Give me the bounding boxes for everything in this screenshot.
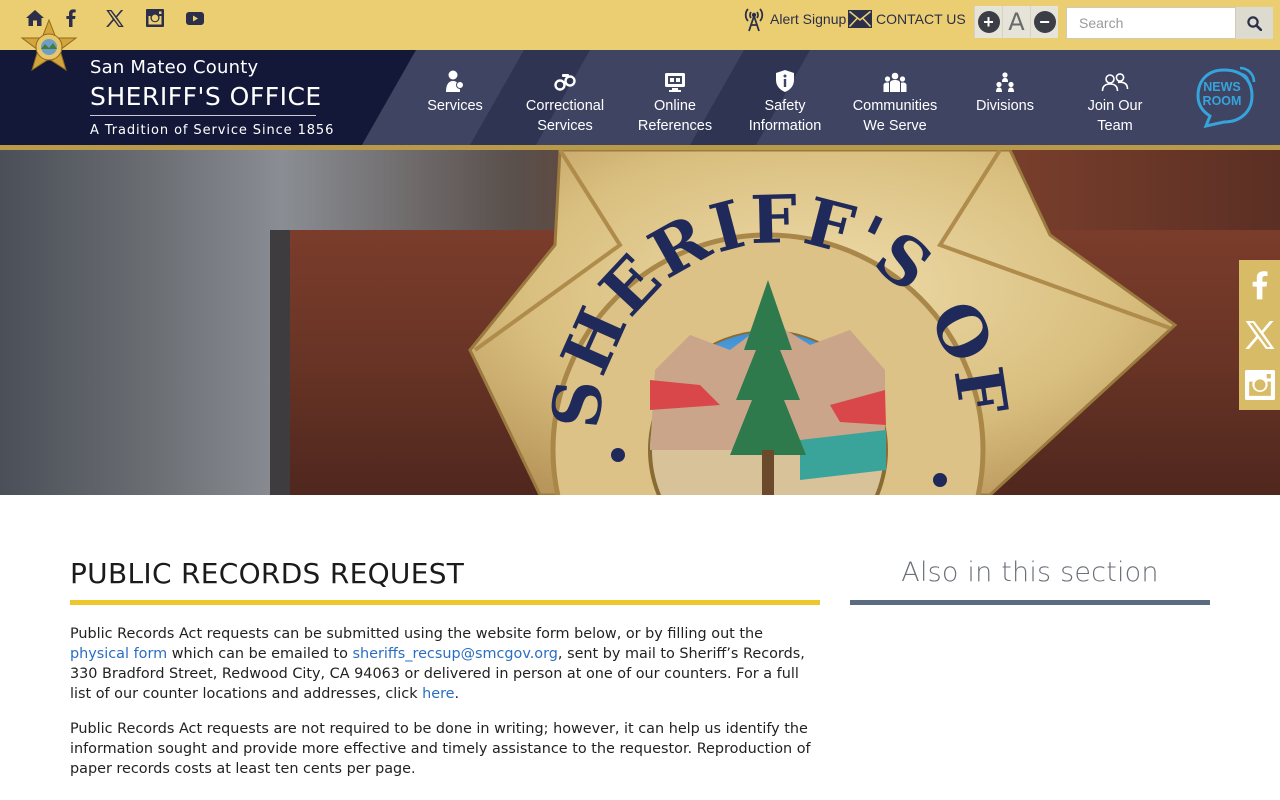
records-email-link[interactable]: sheriffs_recsup@smcgov.org [352, 646, 557, 662]
newsroom-link[interactable]: NEWS ROOM [1196, 66, 1256, 133]
nav-communities-we-serve[interactable]: Communities We Serve [840, 68, 950, 136]
handcuffs-icon [554, 74, 576, 91]
alert-signup-link[interactable]: Alert Signup [742, 6, 846, 32]
envelope-icon [848, 10, 872, 28]
nav-safety-information[interactable]: Safety Information [730, 68, 840, 136]
nav-services[interactable]: Services [400, 68, 510, 116]
side-social-bar [1239, 260, 1280, 410]
broadcast-tower-icon [744, 8, 764, 32]
hero-banner: SHERIFF'S OFFICE [0, 150, 1280, 495]
physical-form-link[interactable]: physical form [70, 646, 167, 662]
search-button[interactable] [1236, 7, 1273, 39]
font-letter-icon: A [1008, 8, 1025, 36]
x-icon [106, 9, 124, 27]
youtube-link[interactable] [186, 8, 226, 28]
nav-correctional-services[interactable]: Correctional Services [510, 68, 620, 136]
services-icon [446, 70, 464, 92]
writing-paragraph: Public Records Act requests are not requ… [70, 721, 811, 777]
plus-icon: + [977, 11, 1000, 33]
intro-text-b: which can be emailed to [167, 646, 353, 662]
facebook-icon [1252, 271, 1268, 300]
brand-office-name[interactable]: SHERIFF'S OFFICE [90, 82, 322, 111]
decrease-font-button[interactable]: − [1030, 6, 1058, 38]
nav-correctional-label-2: Services [537, 118, 593, 134]
nav-communities-label-1: Communities [852, 98, 938, 114]
font-size-controls: + A − [974, 6, 1058, 38]
team-icon [1101, 73, 1129, 92]
instagram-icon [146, 9, 164, 27]
utility-bar: Alert Signup CONTACT US + A − [0, 0, 1280, 50]
nav-communities-label-2: We Serve [863, 118, 927, 134]
newsroom-bubble-icon: NEWS ROOM [1196, 66, 1256, 129]
nav-divisions-label: Divisions [975, 98, 1034, 114]
increase-font-button[interactable]: + [974, 6, 1002, 38]
nav-online-label-1: Online [654, 98, 696, 114]
intro-paragraph: Public Records Act requests can be submi… [70, 624, 822, 704]
sheriff-badge-photo: SHERIFF'S OFFICE [0, 150, 1178, 495]
side-facebook-link[interactable] [1239, 260, 1280, 310]
nav-divisions[interactable]: Divisions [950, 68, 1060, 116]
nav-join-label-2: Team [1097, 118, 1133, 134]
nav-correctional-label-1: Correctional [525, 98, 605, 114]
contact-us-label: CONTACT US [876, 11, 966, 27]
monitor-icon [665, 73, 685, 92]
alert-signup-label: Alert Signup [770, 11, 847, 27]
newsroom-line-1: NEWS [1203, 80, 1241, 94]
instagram-link[interactable] [146, 8, 186, 28]
x-link[interactable] [106, 8, 146, 28]
nav-safety-label-1: Safety [764, 98, 806, 114]
nav-online-label-2: References [637, 118, 713, 134]
instagram-icon [1244, 370, 1275, 400]
brand-county: San Mateo County [90, 57, 259, 78]
nav-services-label: Services [427, 98, 483, 114]
aside-underline [850, 600, 1210, 605]
default-font-button[interactable]: A [1002, 6, 1030, 38]
brand-divider [90, 115, 316, 116]
nav-safety-label-2: Information [748, 118, 822, 134]
brand-tagline: A Tradition of Service Since 1856 [90, 123, 335, 138]
nav-join-our-team[interactable]: Join Our Team [1060, 68, 1170, 136]
x-icon [1244, 321, 1274, 349]
counter-locations-link[interactable]: here [422, 686, 454, 702]
search-input[interactable] [1066, 7, 1236, 39]
intro-text-a: Public Records Act requests can be submi… [70, 626, 764, 642]
org-chart-icon [996, 72, 1014, 92]
newsroom-line-2: ROOM [1203, 94, 1242, 108]
nav-online-references[interactable]: Online References [620, 68, 730, 136]
community-icon [883, 72, 907, 92]
contact-us-link[interactable]: CONTACT US [848, 6, 966, 32]
title-underline [70, 600, 820, 605]
intro-text-d: . [454, 686, 460, 702]
sheriff-badge-logo[interactable] [18, 18, 80, 85]
youtube-icon [186, 11, 204, 25]
side-instagram-link[interactable] [1239, 360, 1280, 410]
sheriff-star-badge-icon [20, 18, 78, 72]
shield-info-icon [776, 70, 794, 92]
aside-title: Also in this section [901, 557, 1159, 588]
nav-join-label-1: Join Our [1087, 98, 1143, 114]
side-x-link[interactable] [1239, 310, 1280, 360]
search-icon [1247, 15, 1262, 31]
minus-icon: − [1033, 11, 1056, 33]
page-title: PUBLIC RECORDS REQUEST [70, 557, 465, 590]
